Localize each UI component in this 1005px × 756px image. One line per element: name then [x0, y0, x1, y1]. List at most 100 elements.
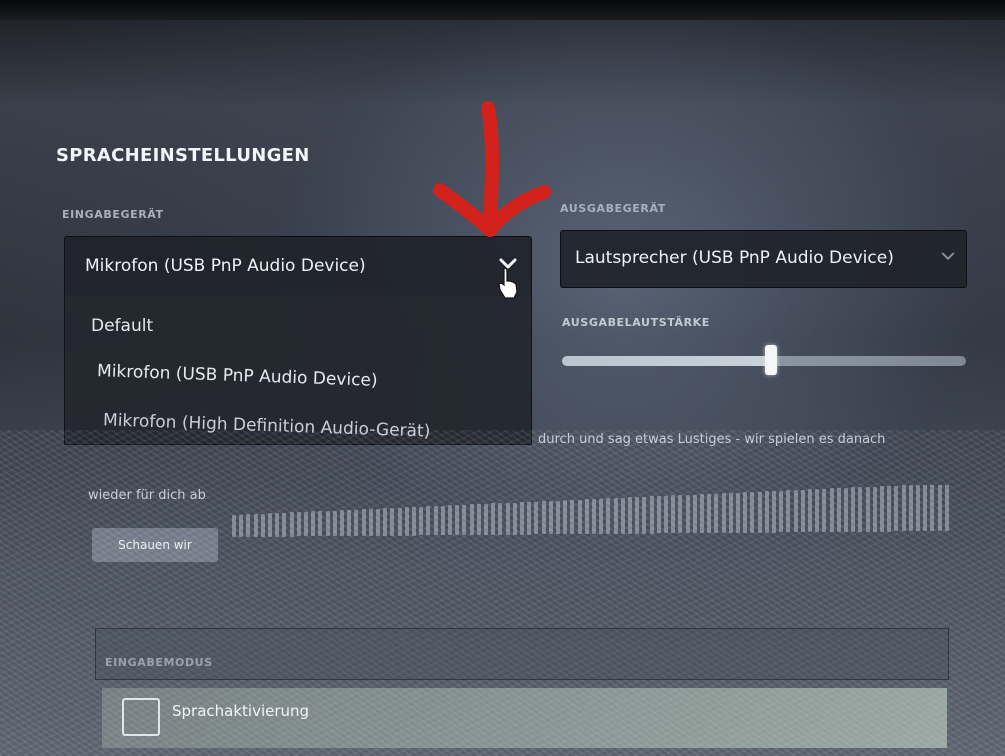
mic-level-meter-bar — [383, 508, 388, 536]
mic-level-meter-bar — [728, 492, 733, 533]
mic-level-meter-bar — [584, 499, 589, 535]
input-device-dropdown: Default Mikrofon (USB PnP Audio Device) … — [64, 294, 532, 445]
monitor-screen: SPRACHEINSTELLUNGEN EINGABEGERÄT Mikrofo… — [0, 0, 1005, 756]
mic-level-meter-bar — [714, 493, 719, 533]
mic-level-meter-bar — [563, 500, 568, 535]
mic-level-meter-bar — [512, 502, 517, 535]
mic-level-meter-bar — [419, 506, 424, 536]
mic-level-meter-bar — [548, 500, 553, 535]
mic-level-meter-bar — [880, 486, 884, 532]
mic-level-meter-bar — [764, 491, 769, 533]
mic-level-meter-bar — [498, 503, 503, 535]
mic-level-meter-bar — [390, 507, 395, 536]
mic-level-meter-bar — [944, 485, 949, 532]
mic-level-meter-bar — [246, 514, 251, 537]
page-title: SPRACHEINSTELLUNGEN — [56, 145, 310, 166]
mic-level-meter-bar — [541, 501, 546, 535]
mic-level-meter-bar — [937, 485, 942, 532]
mic-level-meter-bar — [829, 488, 834, 533]
mic-level-meter-bar — [368, 508, 373, 536]
mic-level-meter-bar — [318, 511, 323, 537]
mic-level-meter-bar — [786, 490, 791, 533]
mic-level-meter-bar — [930, 485, 935, 532]
mic-level-meter-bar — [822, 488, 827, 533]
mic-level-meter-bar — [815, 489, 820, 533]
monitor-bezel — [0, 0, 1005, 20]
voice-activation-checkbox[interactable] — [122, 698, 160, 736]
mic-level-meter-bar — [332, 510, 337, 537]
input-device-label: EINGABEGERÄT — [62, 208, 164, 221]
mic-level-meter-bar — [296, 512, 301, 537]
mic-test-description-cont: wieder für dich ab — [88, 488, 206, 503]
mic-level-meter-bar — [894, 485, 899, 532]
mic-test-button[interactable]: Schauen wir — [92, 528, 218, 562]
mic-level-meter-bar — [649, 496, 654, 534]
mic-level-meter-bar — [404, 507, 409, 536]
mic-level-meter-bar — [347, 509, 352, 537]
mic-level-meter-bar — [469, 504, 474, 536]
output-device-label: AUSGABEGERÄT — [560, 202, 666, 215]
mic-level-meter-bar — [620, 497, 625, 534]
mic-level-meter-bar — [462, 504, 467, 536]
mic-level-meter-bar — [800, 489, 805, 533]
mic-level-meter-bar — [872, 486, 877, 532]
mic-level-meter-bar — [260, 513, 265, 537]
mic-level-meter-bar — [858, 487, 863, 532]
mic-level-meter-bar — [901, 485, 906, 532]
mic-test-description: durch und sag etwas Lustiges - wir spiel… — [538, 432, 886, 447]
mic-level-meter-bar — [628, 497, 632, 534]
mic-level-meter-bar — [304, 511, 308, 537]
output-device-select[interactable]: Lautsprecher (USB PnP Audio Device) — [560, 230, 967, 288]
mic-level-meter-bar — [527, 501, 532, 535]
mic-level-meter-bar — [743, 492, 748, 533]
mic-level-meter-bar — [289, 512, 294, 537]
mic-level-meter-bar — [916, 485, 920, 532]
mic-level-meter-bar — [865, 486, 870, 532]
mic-level-meter-bar — [844, 487, 848, 532]
mic-level-meter-bar — [433, 506, 438, 536]
mic-level-meter-bar — [275, 513, 280, 537]
mic-level-meter-bar — [239, 514, 244, 537]
output-volume-slider[interactable] — [562, 356, 966, 366]
voice-activation-label: Sprachaktivierung — [172, 702, 310, 720]
mic-level-meter-bar — [736, 492, 740, 533]
mic-level-meter-bar — [692, 494, 697, 534]
dropdown-option-hd-audio[interactable]: Mikrofon (High Definition Audio-Gerät) — [103, 410, 431, 441]
mic-level-meter-bar — [599, 498, 604, 534]
mic-level-meter-bar — [757, 491, 762, 533]
mic-level-meter-bar — [606, 498, 611, 534]
mic-level-meter-bar — [721, 493, 726, 533]
output-volume-slider-thumb[interactable] — [765, 345, 777, 375]
mic-level-meter-bar — [440, 505, 445, 536]
mic-level-meter-bar — [253, 514, 258, 537]
mic-level-meter-bar — [750, 491, 755, 533]
chevron-down-icon[interactable] — [941, 252, 955, 261]
dropdown-option-usb-mic[interactable]: Mikrofon (USB PnP Audio Device) — [97, 361, 378, 391]
mic-level-meter-bar — [793, 490, 798, 533]
mic-level-meter-bar — [397, 507, 402, 536]
input-mode-label: EINGABEMODUS — [105, 656, 213, 669]
mic-level-meter-bar — [779, 490, 784, 533]
dropdown-option-default[interactable]: Default — [91, 316, 153, 336]
mic-level-meter-bar — [340, 510, 344, 537]
mic-level-meter-bar — [923, 485, 928, 532]
mic-level-meter-bar — [656, 496, 661, 534]
mic-level-meter-bar — [635, 497, 640, 534]
input-device-select[interactable]: Mikrofon (USB PnP Audio Device) — [64, 236, 532, 296]
mic-level-meter-bar — [772, 491, 776, 533]
mic-level-meter-bar — [412, 507, 416, 536]
mic-level-meter-bar — [556, 500, 560, 535]
mic-level-meter-bar — [268, 513, 272, 537]
mic-level-meter-bar — [642, 496, 647, 534]
mic-level-meter-bar — [361, 509, 366, 536]
mic-level-meter-bar — [448, 505, 452, 536]
input-mode-panel — [95, 628, 949, 680]
mic-level-meter-bar — [577, 499, 582, 535]
mic-level-meter-bar — [426, 506, 431, 536]
mic-level-meter-bar — [491, 503, 496, 535]
mic-level-meter-bar — [685, 494, 690, 534]
mic-level-meter-bar — [520, 502, 524, 535]
mic-level-meter-bar — [707, 493, 712, 534]
input-device-selected: Mikrofon (USB PnP Audio Device) — [85, 256, 366, 276]
mic-level-meter-bar — [664, 495, 668, 534]
